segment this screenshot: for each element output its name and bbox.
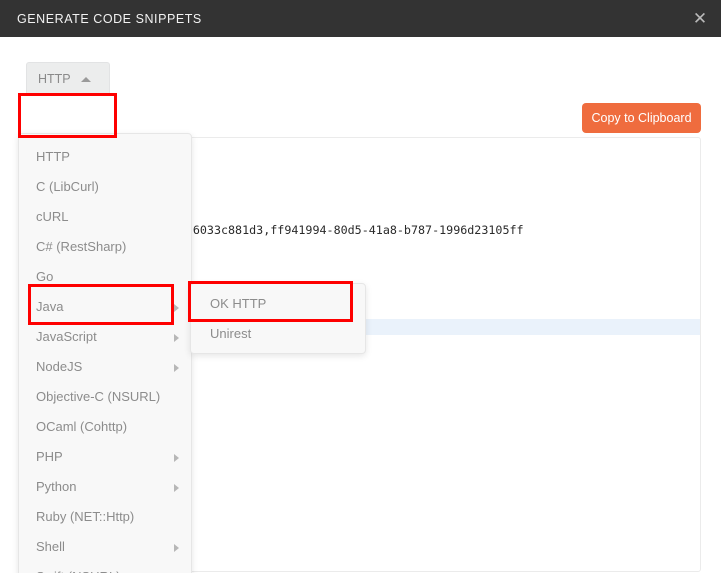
caret-up-icon [80,76,91,82]
language-menu-item-curl[interactable]: cURL [19,202,191,232]
generate-code-snippets-dialog: GENERATE CODE SNIPPETS ✕ HTTP Copy to Cl… [0,0,721,573]
language-dropdown-menu[interactable]: HTTP C (LibCurl) cURL C# (RestSharp) Go Java J… [18,133,192,573]
java-submenu-item-unirest[interactable]: Unirest [191,319,365,349]
language-menu-item-php[interactable]: PHP [19,442,191,472]
language-menu-item-label: Python [36,479,77,494]
language-select-value: HTTP [38,72,71,86]
chevron-right-icon [174,334,179,342]
language-menu-item-label: HTTP [36,149,70,164]
language-menu-item-label: JavaScript [36,329,97,344]
language-menu-item-ruby-net-http[interactable]: Ruby (NET::Http) [19,502,191,532]
chevron-right-icon [174,544,179,552]
dialog-title: GENERATE CODE SNIPPETS [17,11,202,26]
language-menu-item-label: Objective-C (NSURL) [36,389,161,404]
language-menu-item-ocaml-cohttp[interactable]: OCaml (Cohttp) [19,412,191,442]
language-select-highlight [18,93,117,138]
java-submenu-item-ok-http[interactable]: OK HTTP [191,289,365,319]
java-submenu-item-label: OK HTTP [210,296,267,311]
java-submenu-item-label: Unirest [210,326,252,341]
java-submenu-menu[interactable]: OK HTTP Unirest [190,283,366,354]
language-menu-item-label: Go [36,269,54,284]
language-menu-item-label: Java [36,299,64,314]
language-menu-item-label: PHP [36,449,63,464]
language-menu-item-shell[interactable]: Shell [19,532,191,562]
dialog-body: HTTP Copy to Clipboard g HTTP/1.112:8088… [0,37,721,573]
language-menu-item-label: C# (RestSharp) [36,239,127,254]
language-menu-item-http[interactable]: HTTP [19,142,191,172]
language-menu-item-python[interactable]: Python [19,472,191,502]
language-menu-item-objective-c-nsurl[interactable]: Objective-C (NSURL) [19,382,191,412]
copy-to-clipboard-button[interactable]: Copy to Clipboard [582,103,701,133]
language-menu-item-label: C (LibCurl) [36,179,99,194]
language-menu-item-swift-nsurl[interactable]: Swift (NSURL) [19,562,191,573]
language-menu-item-nodejs[interactable]: NodeJS [19,352,191,382]
language-menu-item-java[interactable]: Java [19,292,191,322]
language-menu-item-javascript[interactable]: JavaScript [19,322,191,352]
language-menu-item-c-restsharp[interactable]: C# (RestSharp) [19,232,191,262]
language-menu-item-label: OCaml (Cohttp) [36,419,128,434]
chevron-right-icon [174,304,179,312]
language-menu-item-label: cURL [36,209,69,224]
chevron-right-icon [174,484,179,492]
close-icon[interactable]: ✕ [689,8,711,30]
language-menu-item-go[interactable]: Go [19,262,191,292]
language-menu-item-c-libcurl[interactable]: C (LibCurl) [19,172,191,202]
language-menu-item-label: Shell [36,539,65,554]
language-menu-item-label: Swift (NSURL) [36,569,121,573]
chevron-right-icon [174,364,179,372]
language-menu-item-label: NodeJS [36,359,83,374]
chevron-right-icon [174,454,179,462]
language-menu-item-label: Ruby (NET::Http) [36,509,135,524]
language-select-button[interactable]: HTTP [26,62,110,96]
dialog-titlebar: GENERATE CODE SNIPPETS ✕ [0,0,721,37]
